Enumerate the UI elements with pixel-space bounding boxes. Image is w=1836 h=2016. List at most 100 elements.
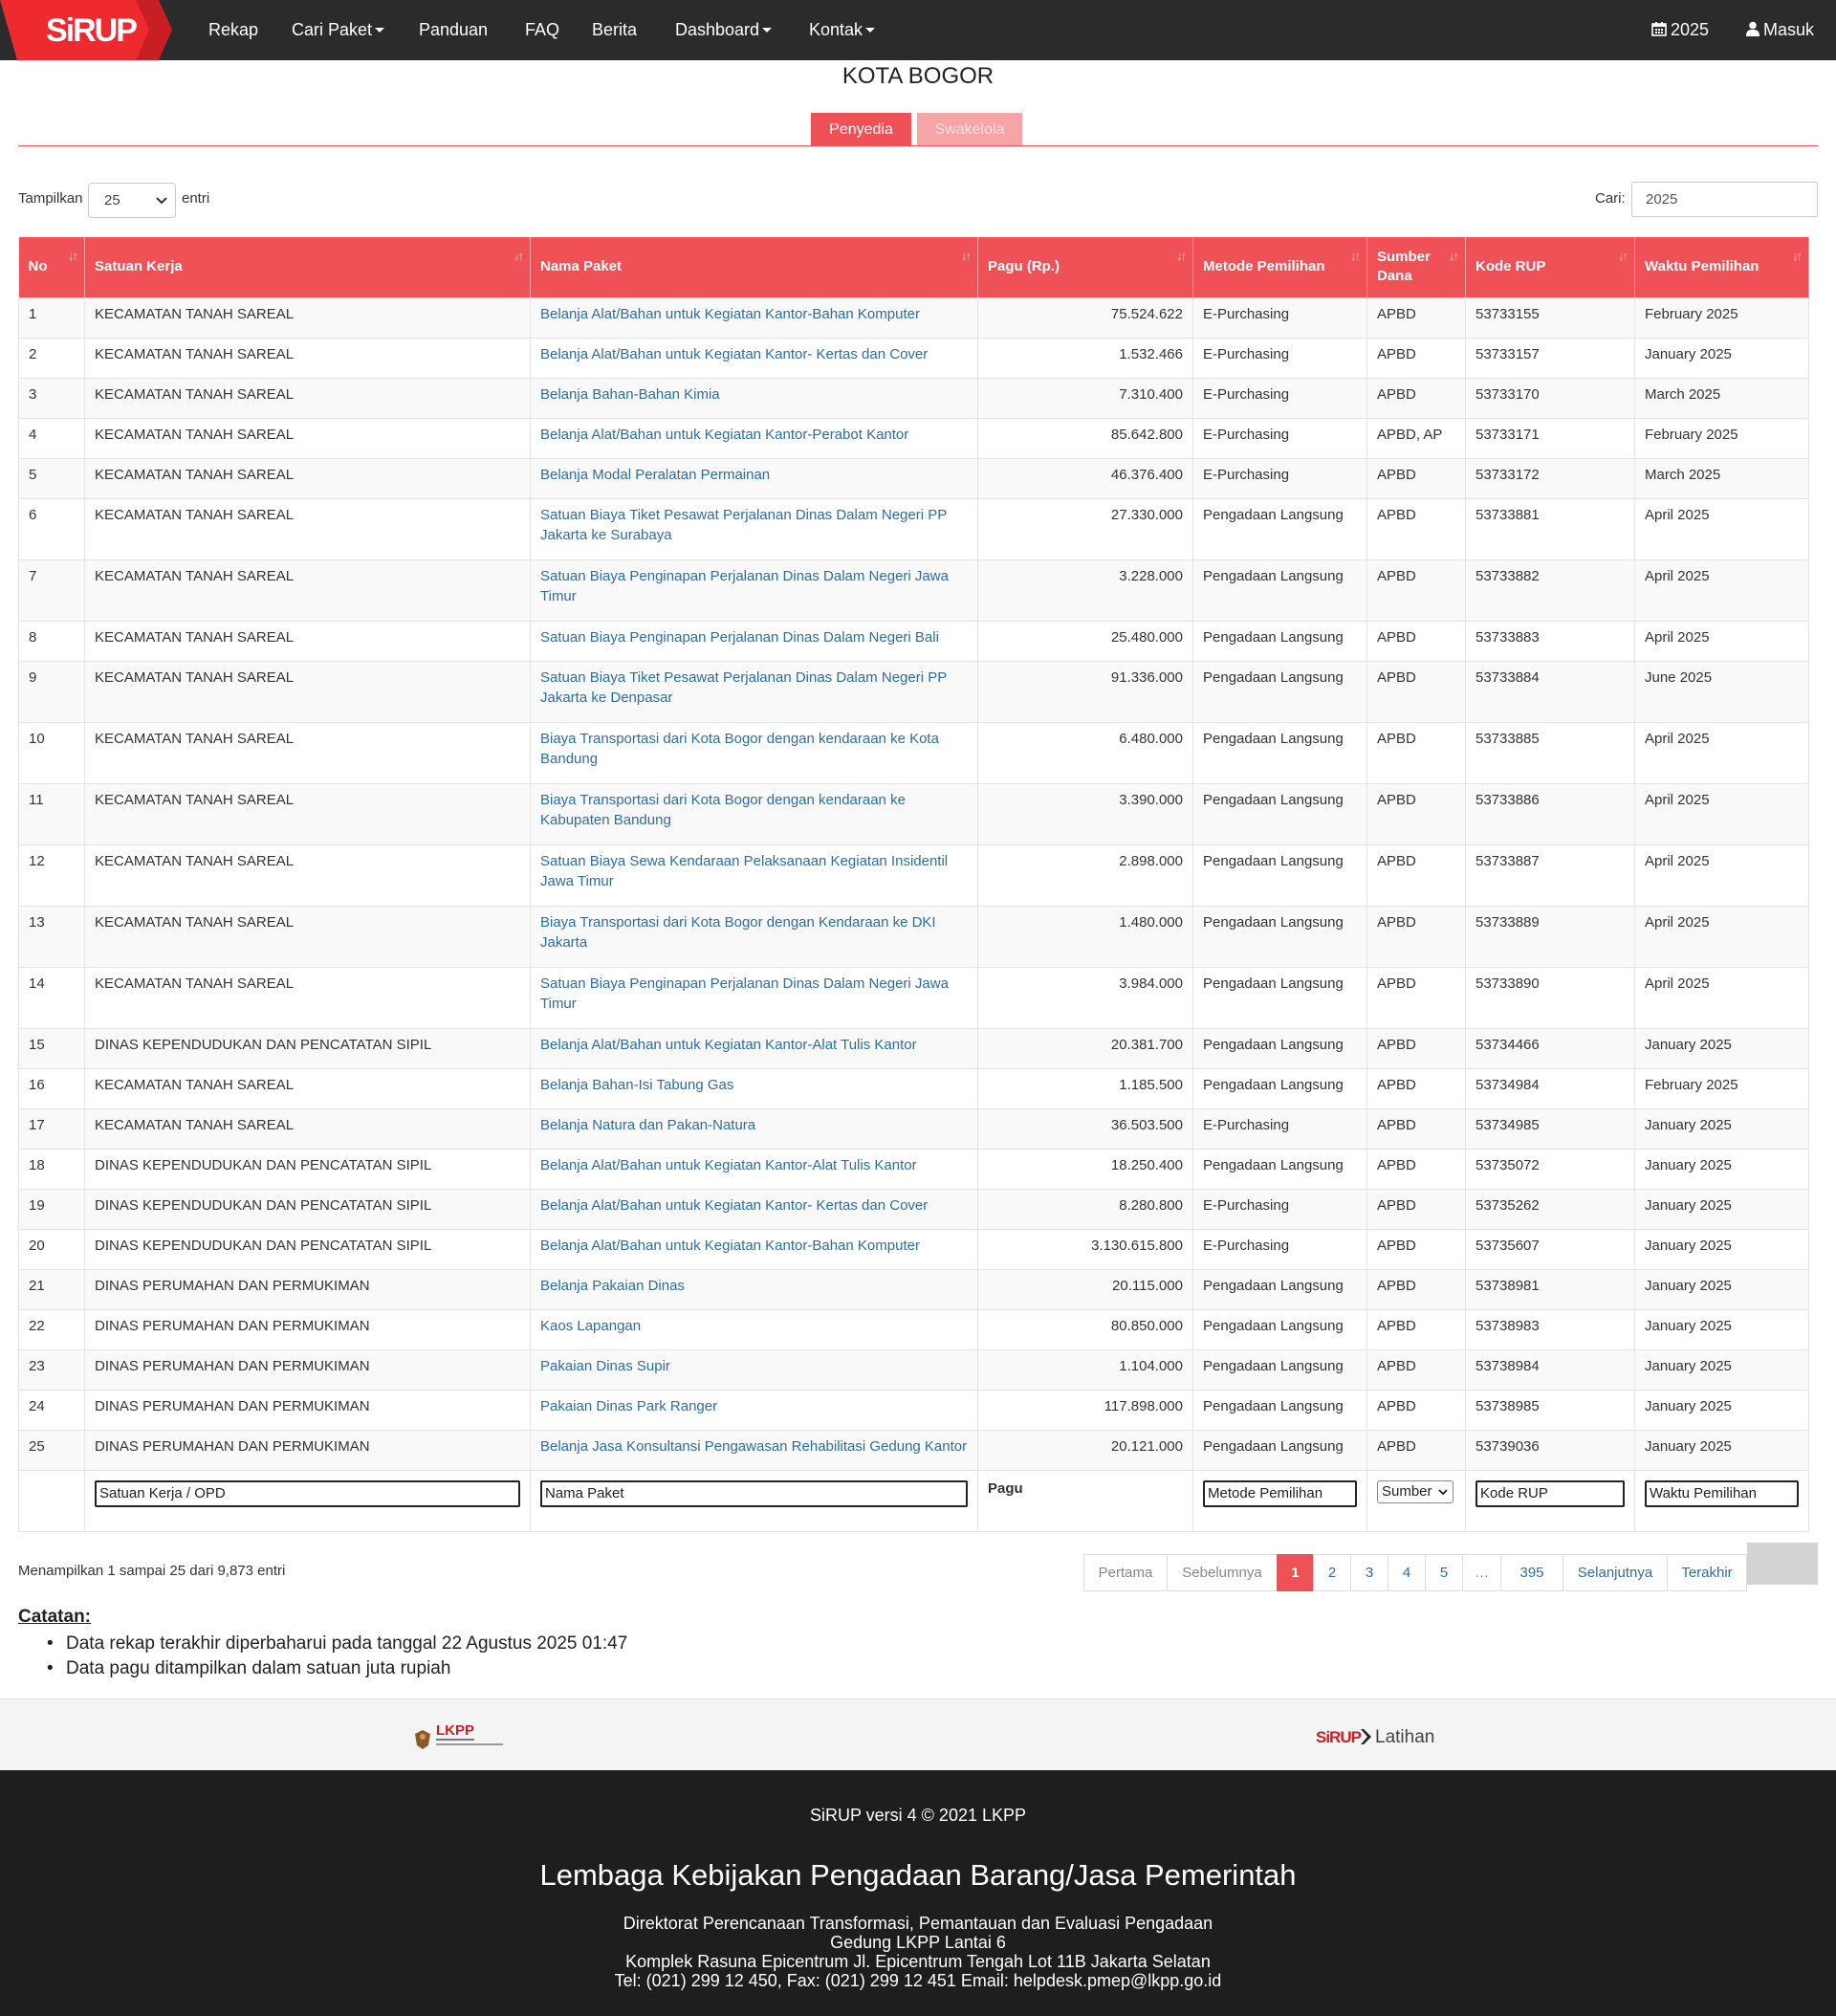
search-input[interactable]: 2025	[1631, 182, 1818, 217]
cell-sumber-dana: APBD	[1366, 721, 1466, 783]
cell-pagu: 20.121.000	[977, 1429, 1193, 1470]
note-item: Data rekap terakhir diperbaharui pada ta…	[47, 1632, 627, 1656]
package-link[interactable]: Pakaian Dinas Park Ranger	[540, 1398, 717, 1414]
pagination-extra-button[interactable]	[1747, 1543, 1818, 1585]
column-header-sumber-dana[interactable]: Sumber Dana ↓↑	[1366, 237, 1466, 297]
package-link[interactable]: Kaos Lapangan	[540, 1318, 641, 1334]
package-link[interactable]: Biaya Transportasi dari Kota Bogor denga…	[540, 731, 939, 767]
package-link[interactable]: Pakaian Dinas Supir	[540, 1358, 670, 1374]
filter-nama-paket-input[interactable]: Nama Paket	[540, 1479, 968, 1507]
filter-waktu-input[interactable]: Waktu Pemilihan	[1645, 1479, 1799, 1507]
package-link[interactable]: Belanja Bahan-Bahan Kimia	[540, 386, 720, 403]
package-link[interactable]: Belanja Alat/Bahan untuk Kegiatan Kantor…	[540, 1197, 928, 1214]
table-row: 12 KECAMATAN TANAH SAREAL Satuan Biaya Sew…	[18, 844, 1809, 906]
sirup-logo[interactable]: SiRUP	[0, 0, 172, 60]
year-selector[interactable]: 2025	[1651, 0, 1709, 60]
package-link[interactable]: Belanja Alat/Bahan untuk Kegiatan Kantor…	[540, 1037, 917, 1053]
pagination-page-1[interactable]: 1	[1277, 1554, 1314, 1591]
table-row: 21 DINAS PERUMAHAN DAN PERMUKIMAN Belanja …	[18, 1268, 1809, 1309]
filter-metode-input[interactable]: Metode Pemilihan	[1203, 1479, 1357, 1507]
cell-satuan-kerja: KECAMATAN TANAH SAREAL	[84, 559, 531, 621]
cell-kode-rup: 53733886	[1465, 782, 1635, 844]
cell-sumber-dana: APBD	[1366, 782, 1466, 844]
cell-waktu: January 2025	[1634, 1308, 1809, 1349]
cell-kode-rup: 53733883	[1465, 620, 1635, 661]
package-link[interactable]: Satuan Biaya Sewa Kendaraan Pelaksanaan …	[540, 853, 948, 889]
nav-item-dashboard[interactable]: Dashboard	[675, 0, 773, 60]
package-link[interactable]: Belanja Alat/Bahan untuk Kegiatan Kantor…	[540, 427, 908, 443]
package-link[interactable]: Belanja Pakaian Dinas	[540, 1278, 685, 1294]
nav-item-berita[interactable]: Berita	[592, 0, 637, 60]
package-link[interactable]: Belanja Bahan-Isi Tabung Gas	[540, 1077, 733, 1093]
package-link[interactable]: Satuan Biaya Penginapan Perjalanan Dinas…	[540, 568, 949, 604]
cell-no: 8	[18, 620, 85, 661]
nav-item-cari-paket[interactable]: Cari Paket	[292, 0, 385, 60]
cell-satuan-kerja: KECAMATAN TANAH SAREAL	[84, 844, 531, 906]
pagination-page-3[interactable]: 3	[1350, 1554, 1388, 1591]
package-link[interactable]: Biaya Transportasi dari Kota Bogor denga…	[540, 914, 936, 951]
cell-no: 12	[18, 844, 85, 906]
cell-nama-paket: Belanja Alat/Bahan untuk Kegiatan Kantor…	[530, 296, 978, 338]
table-row: 13 KECAMATAN TANAH SAREAL Biaya Transporta…	[18, 905, 1809, 967]
column-header-satuan-kerja[interactable]: Satuan Kerja ↓↑	[84, 237, 531, 297]
nav-item-kontak[interactable]: Kontak	[809, 0, 876, 60]
package-link[interactable]: Biaya Transportasi dari Kota Bogor denga…	[540, 792, 906, 828]
column-header-waktu-pemilihan[interactable]: Waktu Pemilihan ↓↑	[1634, 237, 1809, 297]
cell-nama-paket: Biaya Transportasi dari Kota Bogor denga…	[530, 782, 978, 844]
cell-satuan-kerja: KECAMATAN TANAH SAREAL	[84, 417, 531, 458]
cell-no: 19	[18, 1188, 85, 1229]
footer: SiRUP versi 4 © 2021 LKPP Lembaga Kebija…	[0, 1770, 1836, 2016]
column-header-kode-rup[interactable]: Kode RUP ↓↑	[1465, 237, 1635, 297]
cell-metode: E-Purchasing	[1192, 1107, 1367, 1149]
package-link[interactable]: Belanja Alat/Bahan untuk Kegiatan Kantor…	[540, 1157, 917, 1173]
package-link[interactable]: Belanja Modal Peralatan Permainan	[540, 467, 770, 483]
nav-item-faq[interactable]: FAQ	[525, 0, 559, 60]
pagination-page-5[interactable]: 5	[1425, 1554, 1463, 1591]
package-link[interactable]: Belanja Jasa Konsultansi Pengawasan Reha…	[540, 1438, 967, 1455]
column-header-no[interactable]: No ↓↑	[18, 237, 85, 297]
cell-sumber-dana: APBD	[1366, 377, 1466, 418]
column-header-nama-paket[interactable]: Nama Paket ↓↑	[530, 237, 978, 297]
pagination-selanjutnya[interactable]: Selanjutnya	[1563, 1554, 1668, 1591]
filter-kode-rup-input[interactable]: Kode RUP	[1475, 1479, 1625, 1507]
nav-item-panduan[interactable]: Panduan	[419, 0, 488, 60]
login-link[interactable]: Masuk	[1746, 0, 1814, 60]
package-link[interactable]: Satuan Biaya Penginapan Perjalanan Dinas…	[540, 629, 939, 646]
pagination-page-2[interactable]: 2	[1313, 1554, 1351, 1591]
sort-icon: ↓↑	[1176, 249, 1187, 263]
cell-metode: E-Purchasing	[1192, 296, 1367, 338]
cell-pagu: 75.524.622	[977, 296, 1193, 338]
column-header-metode-pemilihan[interactable]: Metode Pemilihan ↓↑	[1192, 237, 1367, 297]
cell-no: 25	[18, 1429, 85, 1470]
cell-waktu: January 2025	[1634, 1348, 1809, 1390]
package-link[interactable]: Belanja Alat/Bahan untuk Kegiatan Kantor…	[540, 1238, 920, 1254]
footer-logos: LKPP SiRUP Latihan	[0, 1698, 1836, 1770]
filter-sumber-select[interactable]: Sumber	[1377, 1479, 1454, 1503]
column-header-label: No	[28, 258, 48, 275]
cell-kode-rup: 53733170	[1465, 377, 1635, 418]
table-row: 5 KECAMATAN TANAH SAREAL Belanja Modal Per…	[18, 457, 1809, 498]
package-link[interactable]: Belanja Alat/Bahan untuk Kegiatan Kantor…	[540, 346, 928, 362]
cell-no: 4	[18, 417, 85, 458]
page-length-select[interactable]: 25	[88, 183, 176, 218]
cell-pagu: 46.376.400	[977, 457, 1193, 498]
cell-metode: E-Purchasing	[1192, 1188, 1367, 1229]
package-link[interactable]: Satuan Biaya Penginapan Perjalanan Dinas…	[540, 975, 949, 1012]
tab-penyedia[interactable]: Penyedia	[811, 113, 911, 146]
package-link[interactable]: Satuan Biaya Tiket Pesawat Perjalanan Di…	[540, 669, 947, 706]
cell-waktu: March 2025	[1634, 377, 1809, 418]
cell-pagu: 36.503.500	[977, 1107, 1193, 1149]
filter-satuan-kerja-input[interactable]: Satuan Kerja / OPD	[95, 1479, 520, 1507]
column-header-pagu-rp[interactable]: Pagu (Rp.) ↓↑	[977, 237, 1193, 297]
package-link[interactable]: Belanja Natura dan Pakan-Natura	[540, 1117, 755, 1133]
pagination-terakhir[interactable]: Terakhir	[1667, 1554, 1747, 1591]
tab-swakelola[interactable]: Swakelola	[917, 113, 1022, 146]
package-link[interactable]: Belanja Alat/Bahan untuk Kegiatan Kantor…	[540, 306, 920, 322]
package-link[interactable]: Satuan Biaya Tiket Pesawat Perjalanan Di…	[540, 507, 947, 543]
cell-nama-paket: Kaos Lapangan	[530, 1308, 978, 1349]
nav-item-rekap[interactable]: Rekap	[208, 0, 258, 60]
pagination-page-4[interactable]: 4	[1388, 1554, 1426, 1591]
cell-nama-paket: Belanja Alat/Bahan untuk Kegiatan Kantor…	[530, 417, 978, 458]
notes-list: Data rekap terakhir diperbaharui pada ta…	[47, 1632, 627, 1681]
pagination-page-395[interactable]: 395	[1500, 1554, 1563, 1591]
